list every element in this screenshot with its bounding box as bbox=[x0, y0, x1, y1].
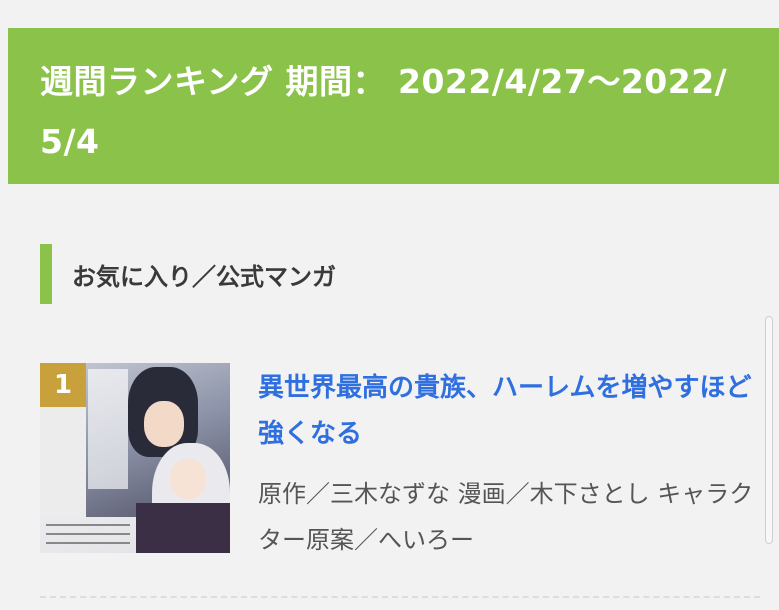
ranking-page: 週間ランキング 期間： 2022/4/27〜2022/5/4 お気に入り／公式マ… bbox=[0, 0, 779, 610]
section-heading: お気に入り／公式マンガ bbox=[40, 244, 336, 304]
cover-title-art bbox=[88, 369, 128, 489]
ranking-banner: 週間ランキング 期間： 2022/4/27〜2022/5/4 bbox=[8, 28, 779, 184]
cover-heroine-face bbox=[170, 459, 206, 499]
manga-title-link[interactable]: 異世界最高の貴族、ハーレムを増やすほど強くなる bbox=[258, 365, 758, 457]
manga-credits: 原作／三木なずな 漫画／木下さとし キャラクター原案／へいろー bbox=[258, 480, 754, 554]
volume-number: 1 bbox=[40, 363, 86, 407]
cover-side-strip bbox=[40, 407, 86, 517]
list-item: 1 異世界最高の貴族、ハーレムを増やすほど強くなる 原作／三木なずな 漫画／木下… bbox=[40, 363, 760, 563]
list-divider bbox=[40, 596, 760, 598]
heading-accent-bar bbox=[40, 244, 52, 304]
section-heading-label: お気に入り／公式マンガ bbox=[72, 262, 336, 291]
cover-credits-box bbox=[40, 517, 136, 553]
scrollbar[interactable] bbox=[765, 316, 773, 544]
ranking-period-title: 週間ランキング 期間： 2022/4/27〜2022/5/4 bbox=[40, 62, 728, 161]
cover-heroine-dress bbox=[136, 503, 230, 553]
cover-character-face bbox=[144, 401, 184, 447]
manga-cover-image[interactable]: 1 bbox=[40, 363, 230, 553]
